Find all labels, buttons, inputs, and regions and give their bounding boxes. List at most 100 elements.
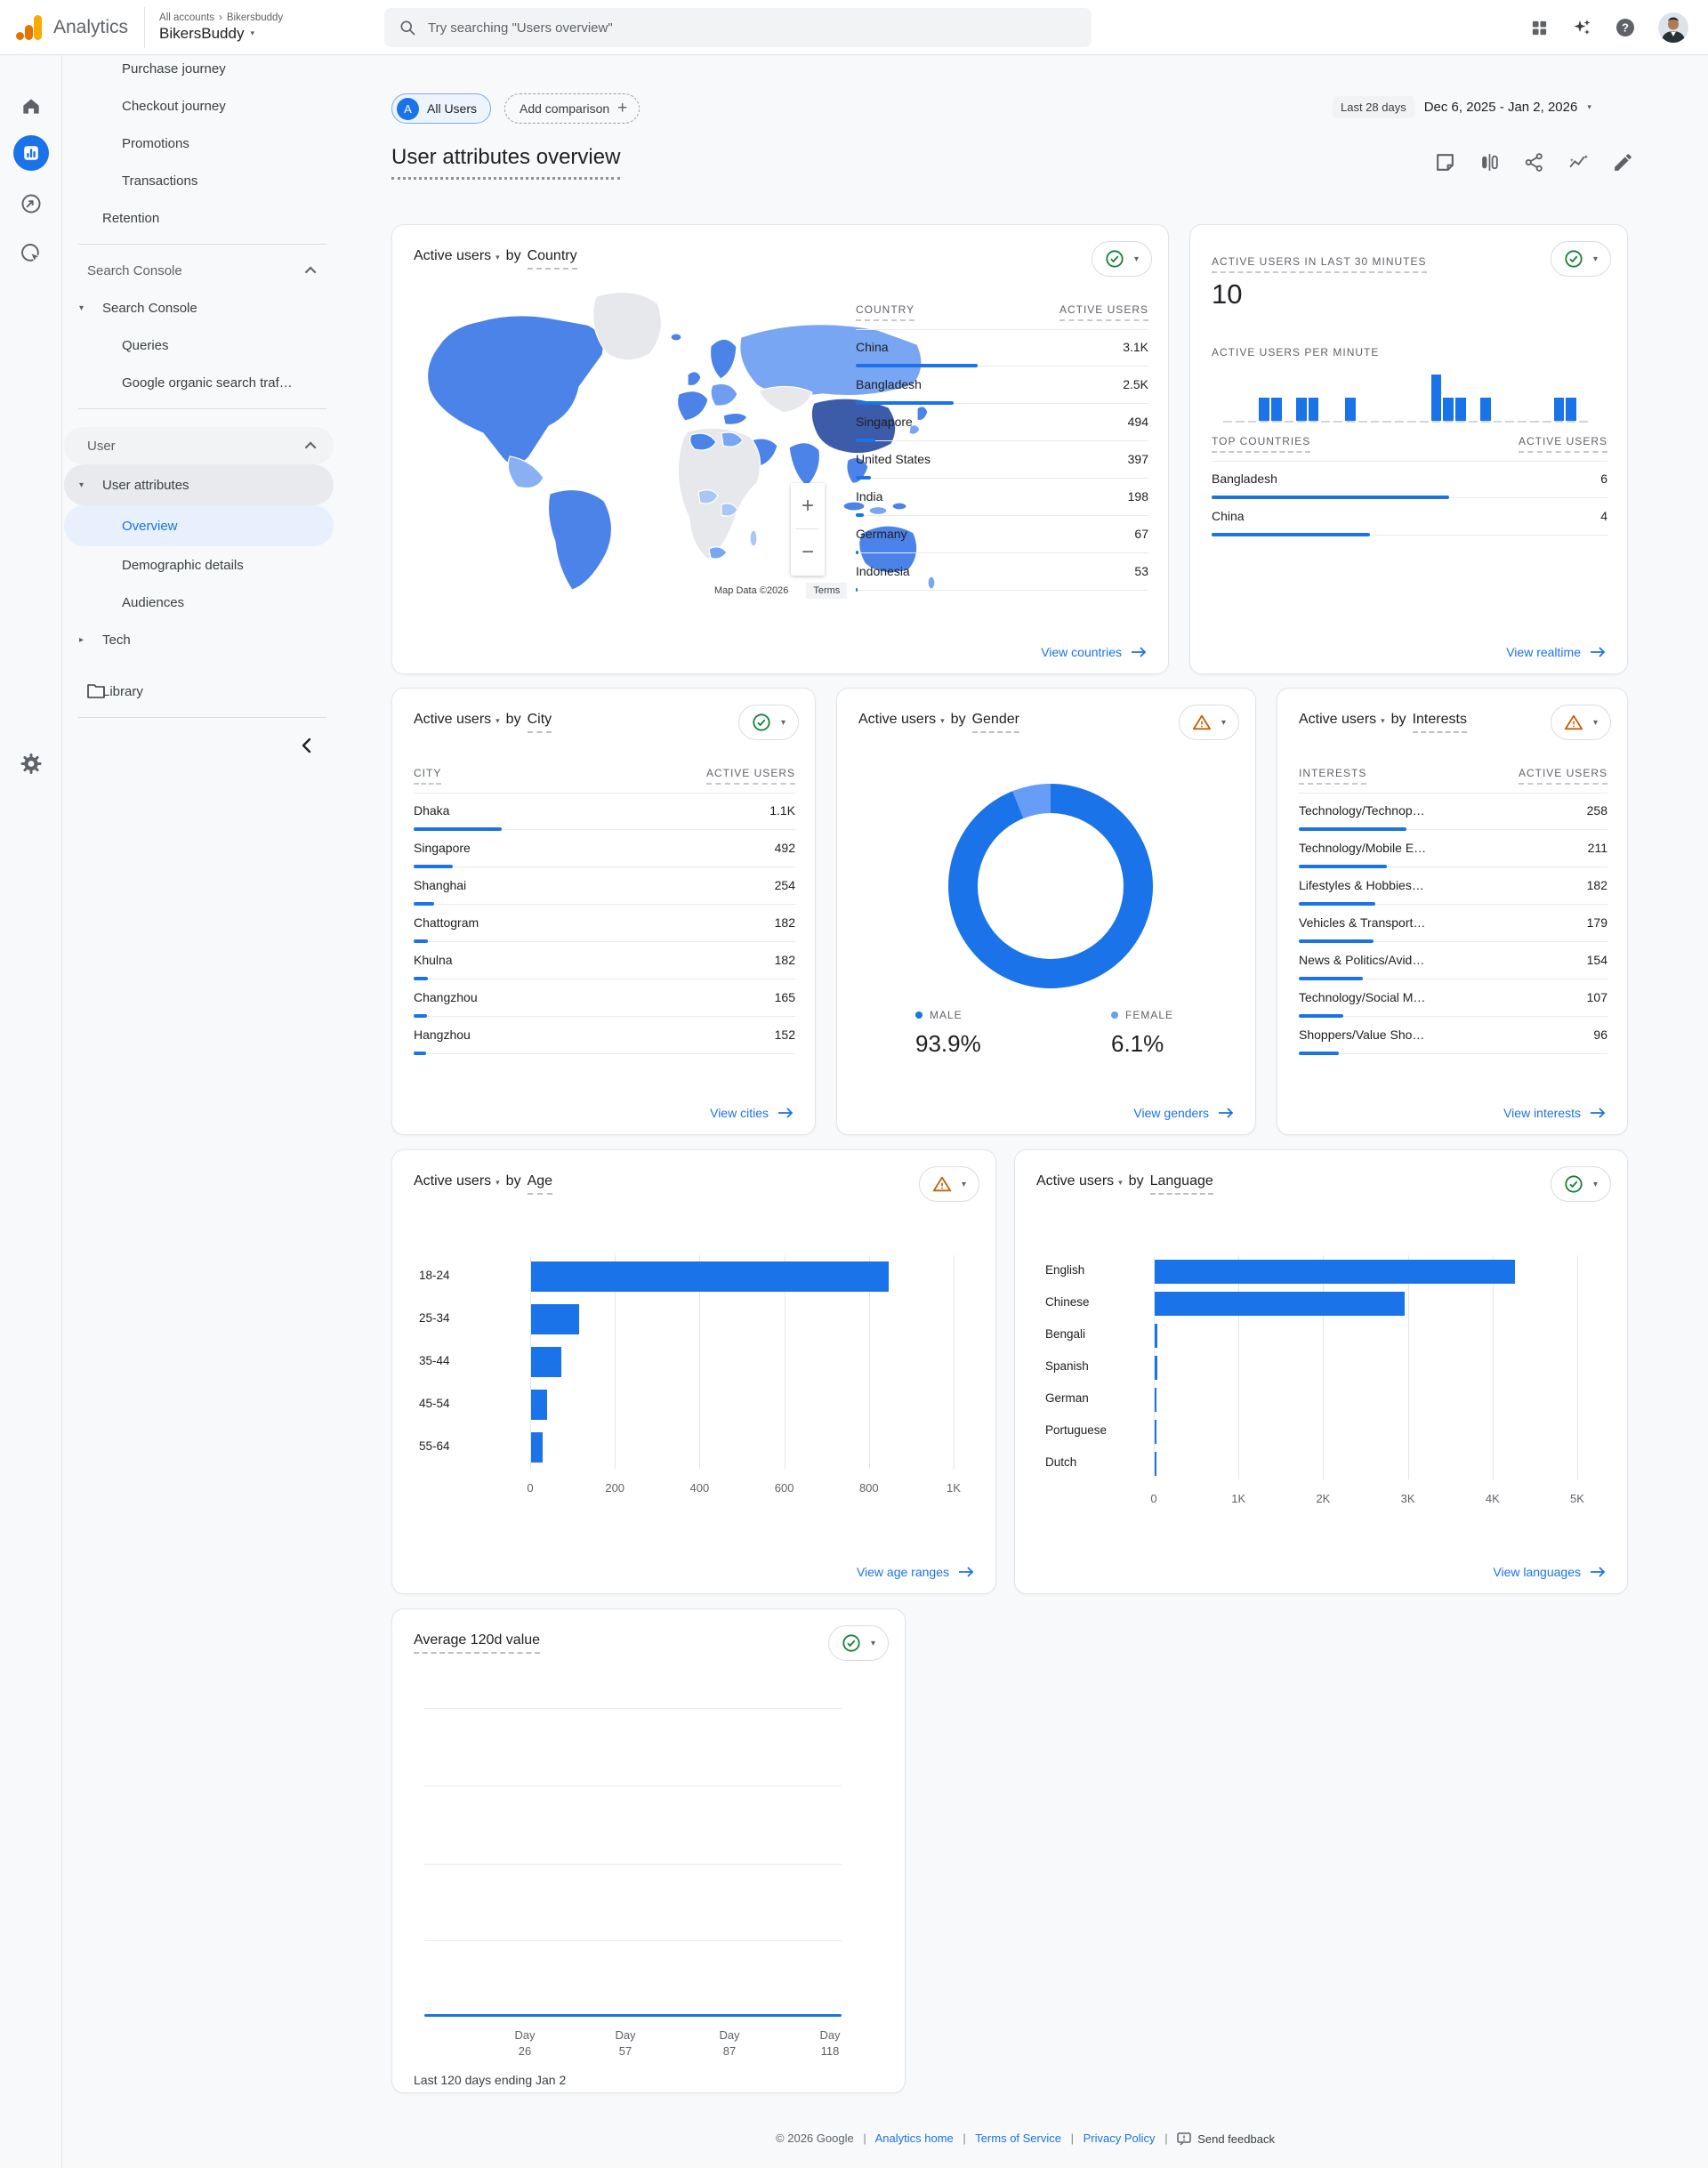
data-quality-badge[interactable]: ▾ [1179,705,1239,740]
table-row[interactable]: India198 [856,480,1148,517]
view-cities-link[interactable]: View cities [710,1106,794,1120]
dimension-link[interactable]: Age [528,1173,552,1195]
home-icon[interactable] [20,94,43,117]
segment-chip-all-users[interactable]: A All Users [391,93,491,124]
help-icon[interactable]: ? [1615,17,1636,38]
table-row[interactable]: Shanghai254 [414,868,795,906]
advertising-icon[interactable] [20,242,43,265]
sidebar-item-retention[interactable]: Retention [64,199,334,237]
analytics-home-link[interactable]: Analytics home [875,2132,954,2145]
column-header[interactable]: ACTIVE USERS [1519,435,1607,453]
sidebar-item-audiences[interactable]: Audiences [64,584,334,621]
dimension-link[interactable]: Language [1150,1173,1213,1195]
send-feedback-button[interactable]: Send feedback [1177,2132,1275,2146]
metric-selector[interactable]: Active users▾ [1036,1173,1123,1189]
share-icon[interactable] [1523,151,1545,173]
data-quality-badge[interactable]: ▾ [919,1166,979,1202]
view-age-ranges-link[interactable]: View age ranges [857,1565,974,1579]
table-row[interactable]: Hangzhou152 [414,1018,795,1055]
table-row[interactable]: Technology/Technop…258 [1299,794,1607,831]
analytics-logo[interactable]: Analytics [0,12,144,43]
sidebar-item-overview[interactable]: Overview [64,505,334,546]
metric-selector[interactable]: Active users▾ [414,1173,500,1189]
sidebar-item-queries[interactable]: Queries [64,326,334,364]
bar-Chinese[interactable] [1155,1292,1405,1316]
edit-pencil-icon[interactable] [1612,151,1634,173]
bar-55-64[interactable] [531,1432,543,1463]
add-comparison-button[interactable]: Add comparison + [504,93,640,124]
date-range-selector[interactable]: Last 28 days Dec 6, 2025 - Jan 2, 2026 ▾ [1333,96,1591,118]
sidebar-item-tech[interactable]: ▸Tech [64,621,334,658]
terms-of-service-link[interactable]: Terms of Service [975,2132,1061,2145]
table-row[interactable]: Vehicles & Transport…179 [1299,906,1607,943]
data-quality-badge[interactable]: ▾ [738,705,799,740]
table-row[interactable]: Technology/Social M…107 [1299,980,1607,1018]
insights-icon[interactable] [1567,151,1590,173]
view-countries-link[interactable]: View countries [1041,645,1147,659]
bar-Bengali[interactable] [1155,1324,1157,1348]
bar-Portuguese[interactable] [1155,1420,1156,1444]
data-quality-badge[interactable]: ▾ [828,1625,889,1661]
sidebar-item-checkout-journey[interactable]: Checkout journey [64,87,334,125]
sidebar-item-promotions[interactable]: Promotions [64,125,334,162]
bar-Spanish[interactable] [1155,1356,1157,1380]
bar-German[interactable] [1155,1388,1156,1412]
table-row[interactable]: Technology/Mobile E…211 [1299,831,1607,868]
column-header[interactable]: TOP COUNTRIES [1212,435,1310,453]
metric-selector[interactable]: Average 120d value [414,1632,540,1654]
bar-English[interactable] [1155,1260,1515,1284]
sidebar-item-user[interactable]: User [64,427,334,464]
metric-selector[interactable]: Active users▾ [414,712,500,728]
notes-icon[interactable] [1434,151,1456,173]
column-header[interactable]: ACTIVE USERS [706,767,795,785]
metric-selector[interactable]: Active users▾ [1299,712,1385,728]
table-row[interactable]: Bangladesh2.5K [856,367,1148,405]
sidebar-item-user-attributes[interactable]: ▾User attributes [64,464,334,505]
privacy-policy-link[interactable]: Privacy Policy [1084,2132,1156,2145]
table-row[interactable]: China4 [1212,499,1607,536]
data-quality-badge[interactable]: ▾ [1551,241,1611,277]
bar-Dutch[interactable] [1155,1452,1156,1476]
zoom-in-button[interactable]: + [791,483,825,528]
table-row[interactable]: Indonesia53 [856,554,1148,592]
gemini-sparkle-icon[interactable] [1571,17,1592,38]
metric-selector[interactable]: Active users▾ [858,712,945,728]
table-row[interactable]: Khulna182 [414,943,795,980]
comparison-ab-icon[interactable] [1478,151,1501,173]
column-header[interactable]: COUNTRY [856,303,914,321]
sidebar-item-google-organic-search-traf[interactable]: Google organic search traf… [64,364,334,401]
view-realtime-link[interactable]: View realtime [1506,645,1606,659]
data-quality-badge[interactable]: ▾ [1092,241,1152,277]
metric-selector[interactable]: Active users▾ [414,248,500,264]
table-row[interactable]: China3.1K [856,330,1148,367]
table-row[interactable]: News & Politics/Avid…154 [1299,943,1607,980]
table-row[interactable]: Singapore492 [414,831,795,868]
table-row[interactable]: Chattogram182 [414,906,795,943]
avatar[interactable] [1658,12,1688,43]
dimension-link[interactable]: City [528,712,552,733]
table-row[interactable]: Singapore494 [856,405,1148,442]
search-input[interactable] [428,20,962,36]
bar-25-34[interactable] [531,1304,579,1334]
sidebar-item-transactions[interactable]: Transactions [64,162,334,199]
sidebar-item-library[interactable]: Library [64,673,334,710]
table-row[interactable]: Lifestyles & Hobbies…182 [1299,868,1607,906]
sidebar-item-search-console[interactable]: Search Console [64,252,334,289]
column-header[interactable]: ACTIVE USERS [1059,303,1148,321]
collapse-sidebar-icon[interactable] [300,737,312,754]
data-quality-badge[interactable]: ▾ [1551,705,1611,740]
table-row[interactable]: Changzhou165 [414,980,795,1018]
apps-grid-icon[interactable] [1530,19,1549,37]
bar-18-24[interactable] [531,1261,889,1292]
admin-gear-icon[interactable] [19,752,43,776]
bar-45-54[interactable] [531,1390,547,1420]
zoom-out-button[interactable]: − [791,529,825,575]
search-bar[interactable] [384,8,1092,47]
account-switcher[interactable]: All accounts › Bikersbuddy BikersBuddy ▾ [144,7,283,48]
sidebar-item-search-console[interactable]: ▾Search Console [64,289,334,326]
table-row[interactable]: Shoppers/Value Sho…96 [1299,1018,1607,1055]
map-terms-link[interactable]: Terms [806,583,847,599]
column-header[interactable]: INTERESTS [1299,767,1366,785]
explore-icon[interactable] [20,192,43,215]
view-genders-link[interactable]: View genders [1133,1106,1234,1120]
